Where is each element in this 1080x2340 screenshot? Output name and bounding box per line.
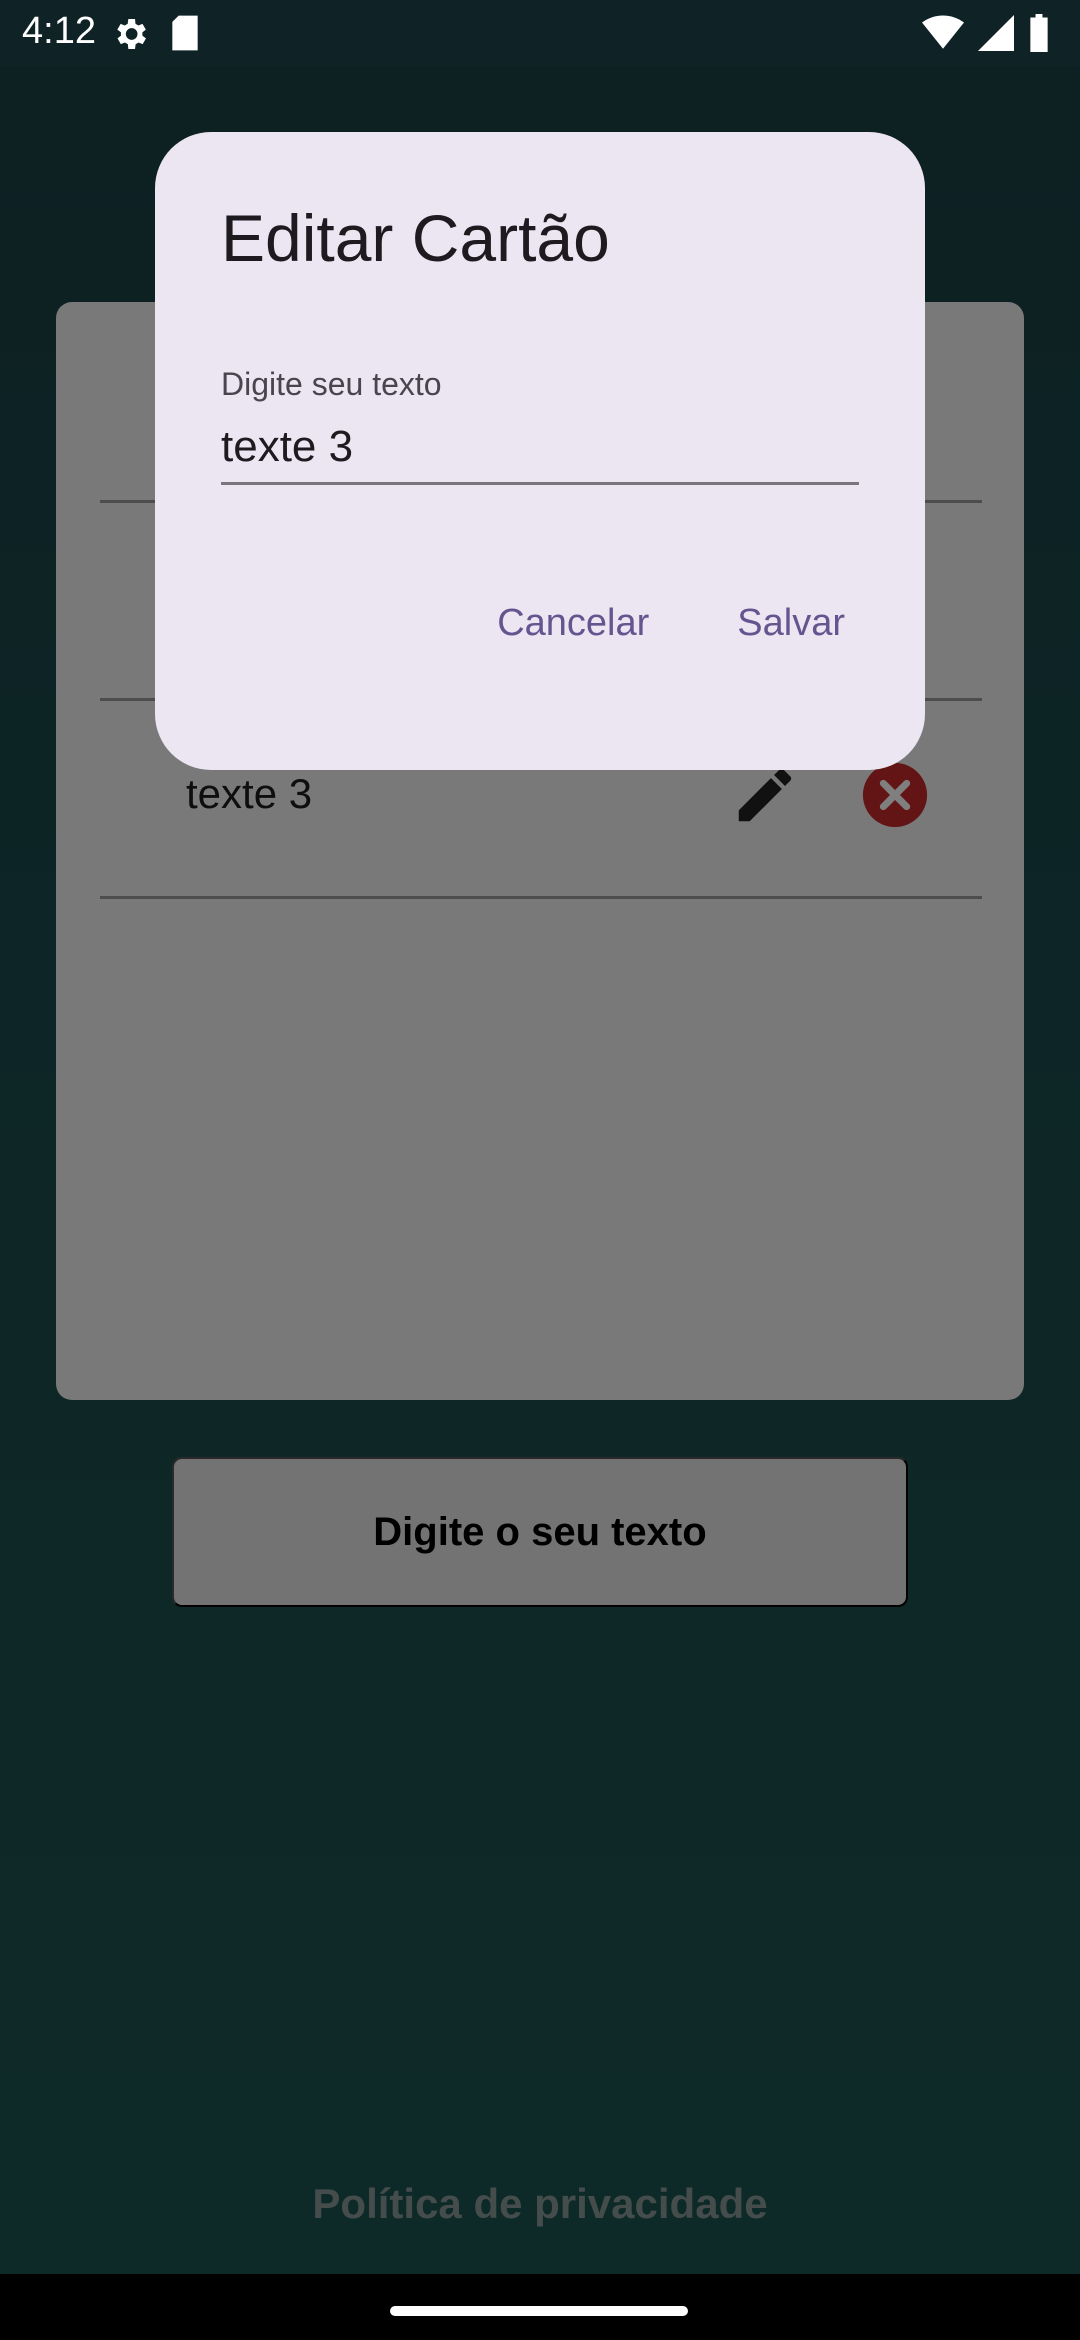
save-button[interactable]: Salvar: [737, 602, 845, 645]
edit-card-dialog: Editar Cartão Digite seu texto Cancelar …: [155, 132, 925, 770]
cell-signal-icon: [978, 15, 1014, 56]
home-gesture-handle[interactable]: [390, 2306, 688, 2316]
cancel-button[interactable]: Cancelar: [497, 602, 649, 645]
status-bar: 4:12: [0, 0, 1080, 66]
sd-card-icon: [168, 14, 202, 59]
card-text-input[interactable]: [221, 412, 859, 485]
status-time: 4:12: [22, 10, 96, 52]
battery-icon: [1028, 14, 1050, 57]
dialog-title: Editar Cartão: [221, 201, 610, 275]
text-field-label: Digite seu texto: [221, 366, 442, 402]
settings-icon: [110, 14, 150, 59]
wifi-icon: [922, 15, 964, 56]
